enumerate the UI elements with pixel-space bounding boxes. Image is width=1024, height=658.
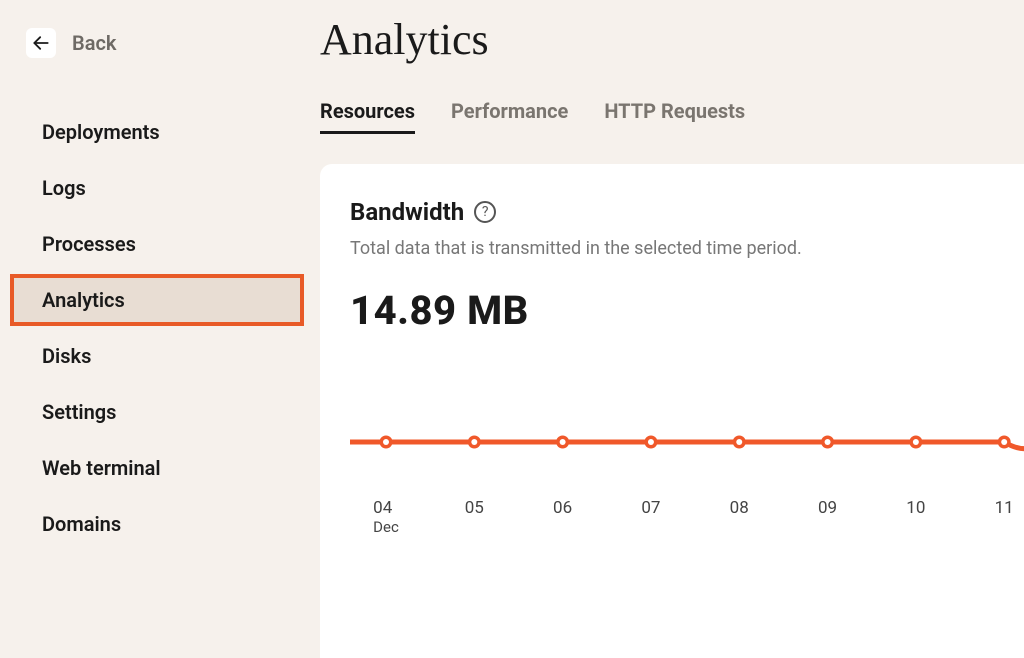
arrow-left-icon — [31, 33, 51, 53]
sidebar-item-label: Domains — [42, 512, 121, 536]
sidebar-item-label: Processes — [42, 232, 136, 256]
tab-label: Performance — [451, 99, 568, 123]
page-title: Analytics — [320, 14, 1024, 99]
x-tick-label: 04Dec — [373, 498, 399, 536]
bandwidth-metric: 14.89 MB — [350, 287, 1024, 334]
sidebar-item-analytics[interactable]: Analytics — [10, 274, 304, 326]
sidebar-item-label: Disks — [42, 344, 91, 368]
tab-label: Resources — [320, 99, 415, 123]
sidebar-item-logs[interactable]: Logs — [10, 162, 304, 214]
x-month-label: Dec — [373, 518, 399, 536]
sidebar-item-web-terminal[interactable]: Web terminal — [10, 442, 304, 494]
sidebar-item-label: Analytics — [42, 288, 125, 312]
x-tick-label: 08 — [730, 498, 749, 518]
back-row: Back — [0, 28, 320, 106]
x-tick-label: 06 — [553, 498, 572, 518]
x-tick-label: 07 — [641, 498, 660, 518]
tabs: Resources Performance HTTP Requests — [320, 99, 1024, 164]
line-chart-svg — [350, 418, 1024, 488]
help-icon[interactable]: ? — [474, 201, 496, 223]
main: Analytics Resources Performance HTTP Req… — [320, 0, 1024, 658]
bandwidth-card: Bandwidth ? Total data that is transmitt… — [320, 164, 1024, 658]
sidebar-item-processes[interactable]: Processes — [10, 218, 304, 270]
tab-resources[interactable]: Resources — [320, 99, 415, 134]
card-description: Total data that is transmitted in the se… — [350, 238, 1024, 259]
card-title: Bandwidth — [350, 198, 464, 226]
sidebar-nav: Deployments Logs Processes Analytics Dis… — [0, 106, 320, 554]
sidebar-item-label: Logs — [42, 176, 86, 200]
sidebar-item-settings[interactable]: Settings — [10, 386, 304, 438]
tab-label: HTTP Requests — [604, 99, 745, 123]
x-tick-label: 09 — [818, 498, 837, 518]
x-axis-labels: 04Dec 05 06 07 08 09 10 11 — [350, 498, 1024, 548]
sidebar-item-disks[interactable]: Disks — [10, 330, 304, 382]
sidebar-item-label: Web terminal — [42, 456, 161, 480]
x-tick-label: 10 — [906, 498, 925, 518]
sidebar-item-domains[interactable]: Domains — [10, 498, 304, 550]
bandwidth-chart: 04Dec 05 06 07 08 09 10 11 — [350, 418, 1024, 548]
sidebar-item-label: Settings — [42, 400, 116, 424]
sidebar-item-deployments[interactable]: Deployments — [10, 106, 304, 158]
x-tick-label: 11 — [995, 498, 1014, 518]
sidebar-item-label: Deployments — [42, 120, 160, 144]
card-title-row: Bandwidth ? — [350, 198, 1024, 226]
sidebar: Back Deployments Logs Processes Analytic… — [0, 0, 320, 658]
back-label[interactable]: Back — [72, 31, 116, 55]
tab-performance[interactable]: Performance — [451, 99, 568, 134]
back-button[interactable] — [26, 28, 56, 58]
x-tick-label: 05 — [465, 498, 484, 518]
tab-http-requests[interactable]: HTTP Requests — [604, 99, 745, 134]
